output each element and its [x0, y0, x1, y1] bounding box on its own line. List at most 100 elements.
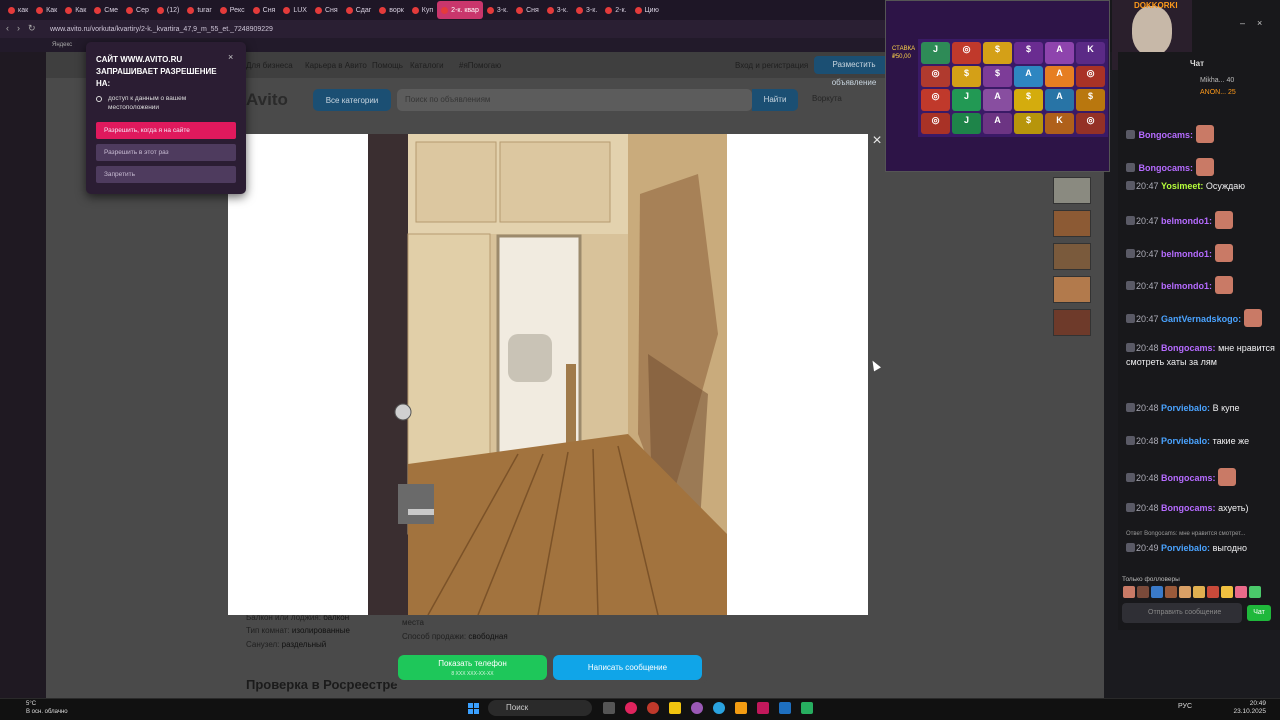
- browser-tab[interactable]: 2-к. квар: [437, 1, 483, 19]
- telegram-icon[interactable]: [713, 702, 725, 714]
- deny-button[interactable]: Запретить: [96, 166, 236, 183]
- chat-username[interactable]: Bongocams:: [1161, 473, 1216, 483]
- thumbnail[interactable]: [1053, 309, 1091, 336]
- chat-username[interactable]: belmondo1:: [1161, 216, 1212, 226]
- back-icon[interactable]: ‹: [6, 23, 9, 34]
- chat-username[interactable]: Porviebalo:: [1161, 543, 1210, 553]
- nav-catalogs[interactable]: Каталоги: [410, 61, 444, 70]
- browser-tab[interactable]: как: [4, 1, 32, 19]
- chat-username[interactable]: Bongocams:: [1139, 163, 1194, 173]
- browser-tab[interactable]: LUX: [279, 1, 311, 19]
- city-selector[interactable]: Воркута: [812, 94, 842, 103]
- chat-message: 20:47 belmondo1:: [1126, 276, 1276, 294]
- chat-username[interactable]: Bongocams:: [1139, 130, 1194, 140]
- nav-business[interactable]: Для бизнеса: [246, 61, 293, 70]
- app-icon[interactable]: [779, 702, 791, 714]
- emote[interactable]: [1137, 586, 1149, 598]
- chat-send-button[interactable]: Чат: [1247, 605, 1271, 621]
- browser-tab[interactable]: Рекс: [216, 1, 249, 19]
- chat-username[interactable]: Bongocams:: [1161, 503, 1216, 513]
- allow-always-button[interactable]: Разрешить, когда я на сайте: [96, 122, 236, 139]
- emote[interactable]: [1221, 586, 1233, 598]
- emote[interactable]: [1123, 586, 1135, 598]
- allow-once-button[interactable]: Разрешить в этот раз: [96, 144, 236, 161]
- browser-tab[interactable]: 3-к.: [543, 1, 572, 19]
- emote[interactable]: [1179, 586, 1191, 598]
- chat-username[interactable]: belmondo1:: [1161, 281, 1212, 291]
- reload-icon[interactable]: ↻: [28, 23, 36, 34]
- taskbar-clock[interactable]: 20:49 23.10.2025: [1226, 700, 1266, 716]
- app-icon[interactable]: [735, 702, 747, 714]
- app-icon[interactable]: [757, 702, 769, 714]
- chat-username[interactable]: Bongocams:: [1161, 343, 1216, 353]
- obs-icon[interactable]: [691, 702, 703, 714]
- close-lightbox-icon[interactable]: ×: [869, 133, 885, 149]
- chat-emote: [1243, 309, 1262, 327]
- app-icon[interactable]: [647, 702, 659, 714]
- browser-tab[interactable]: Сдаг: [342, 1, 376, 19]
- thumbnail[interactable]: [1053, 210, 1091, 237]
- nav-tag[interactable]: #яПомогаю: [459, 61, 501, 70]
- browser-tab[interactable]: ворк: [375, 1, 408, 19]
- forward-icon[interactable]: ›: [17, 23, 20, 34]
- emote[interactable]: [1235, 586, 1247, 598]
- taskbar-search[interactable]: Поиск: [488, 700, 592, 716]
- login-link[interactable]: Вход и регистрация: [735, 61, 808, 70]
- start-icon[interactable]: [468, 703, 480, 715]
- chat-input[interactable]: Отправить сообщение: [1122, 603, 1242, 623]
- url-text[interactable]: www.avito.ru/vorkuta/kvartiry/2-k._kvart…: [50, 26, 273, 33]
- shield-icon[interactable]: [801, 702, 813, 714]
- browser-tab[interactable]: Цию: [631, 1, 663, 19]
- browser-tab[interactable]: 2-к.: [601, 1, 630, 19]
- emote[interactable]: [1151, 586, 1163, 598]
- folder-icon[interactable]: [669, 702, 681, 714]
- weather-widget[interactable]: 5°C В осн. облачно: [10, 700, 68, 716]
- slot-reels: J ◎ $ $ A K ◎ $ $ A A ◎ ◎ J A $ A $ ◎ J A $ K ◎: [918, 39, 1108, 137]
- browser-tab[interactable]: Сня: [311, 1, 342, 19]
- emote[interactable]: [1207, 586, 1219, 598]
- chat-emote: [1195, 158, 1214, 176]
- windows-taskbar: [0, 698, 1280, 720]
- browser-tab[interactable]: Куп: [408, 1, 437, 19]
- browser-tab[interactable]: Сме: [90, 1, 122, 19]
- thumbnail[interactable]: [1053, 276, 1091, 303]
- find-button[interactable]: Найти: [752, 89, 798, 111]
- close-window-icon[interactable]: ×: [1257, 18, 1262, 28]
- show-phone-button[interactable]: Показать телефон 8 XXX XXX-XX-XX: [398, 655, 547, 680]
- yandex-browser-icon[interactable]: [625, 702, 637, 714]
- minimize-icon[interactable]: –: [1240, 18, 1245, 28]
- browser-tab[interactable]: 3-к.: [572, 1, 601, 19]
- emote[interactable]: [1249, 586, 1261, 598]
- write-message-button[interactable]: Написать сообщение: [553, 655, 702, 680]
- browser-tab[interactable]: 3-к.: [483, 1, 512, 19]
- emote[interactable]: [1193, 586, 1205, 598]
- post-ad-button[interactable]: Разместить объявление: [814, 56, 894, 87]
- tab-label: Как: [75, 6, 87, 14]
- nav-help[interactable]: Помощь: [372, 61, 403, 70]
- chat-username[interactable]: GantVernadskogo:: [1161, 314, 1241, 324]
- browser-tab[interactable]: Сня: [249, 1, 280, 19]
- close-permission-icon[interactable]: ×: [228, 52, 233, 62]
- chat-username[interactable]: Porviebalo:: [1161, 403, 1210, 413]
- browser-tab[interactable]: (12): [153, 1, 183, 19]
- tab-label: Цию: [644, 6, 659, 14]
- categories-button[interactable]: Все категории: [313, 89, 391, 111]
- emote[interactable]: [1165, 586, 1177, 598]
- thumbnail[interactable]: [1053, 177, 1091, 204]
- chat-username[interactable]: Porviebalo:: [1161, 436, 1210, 446]
- browser-tab[interactable]: Сня: [512, 1, 543, 19]
- search-input[interactable]: Поиск по объявлениям: [397, 89, 752, 111]
- bookmark-yandex[interactable]: Яндекс: [52, 42, 72, 48]
- browser-tab[interactable]: Сер: [122, 1, 153, 19]
- chat-username[interactable]: Yosimeet:: [1161, 181, 1203, 191]
- avito-logo[interactable]: Avito: [246, 90, 288, 110]
- browser-tab[interactable]: turar: [183, 1, 215, 19]
- task-view-icon[interactable]: [603, 702, 615, 714]
- browser-tab[interactable]: Как: [32, 1, 61, 19]
- nav-career[interactable]: Карьера в Авито: [305, 61, 367, 70]
- address-bar[interactable]: ‹ › ↻ www.avito.ru/vorkuta/kvartiry/2-k.…: [0, 20, 885, 38]
- thumbnail[interactable]: [1053, 243, 1091, 270]
- browser-tab[interactable]: Как: [61, 1, 90, 19]
- chat-username[interactable]: belmondo1:: [1161, 249, 1212, 259]
- language-indicator[interactable]: РУС: [1178, 703, 1192, 710]
